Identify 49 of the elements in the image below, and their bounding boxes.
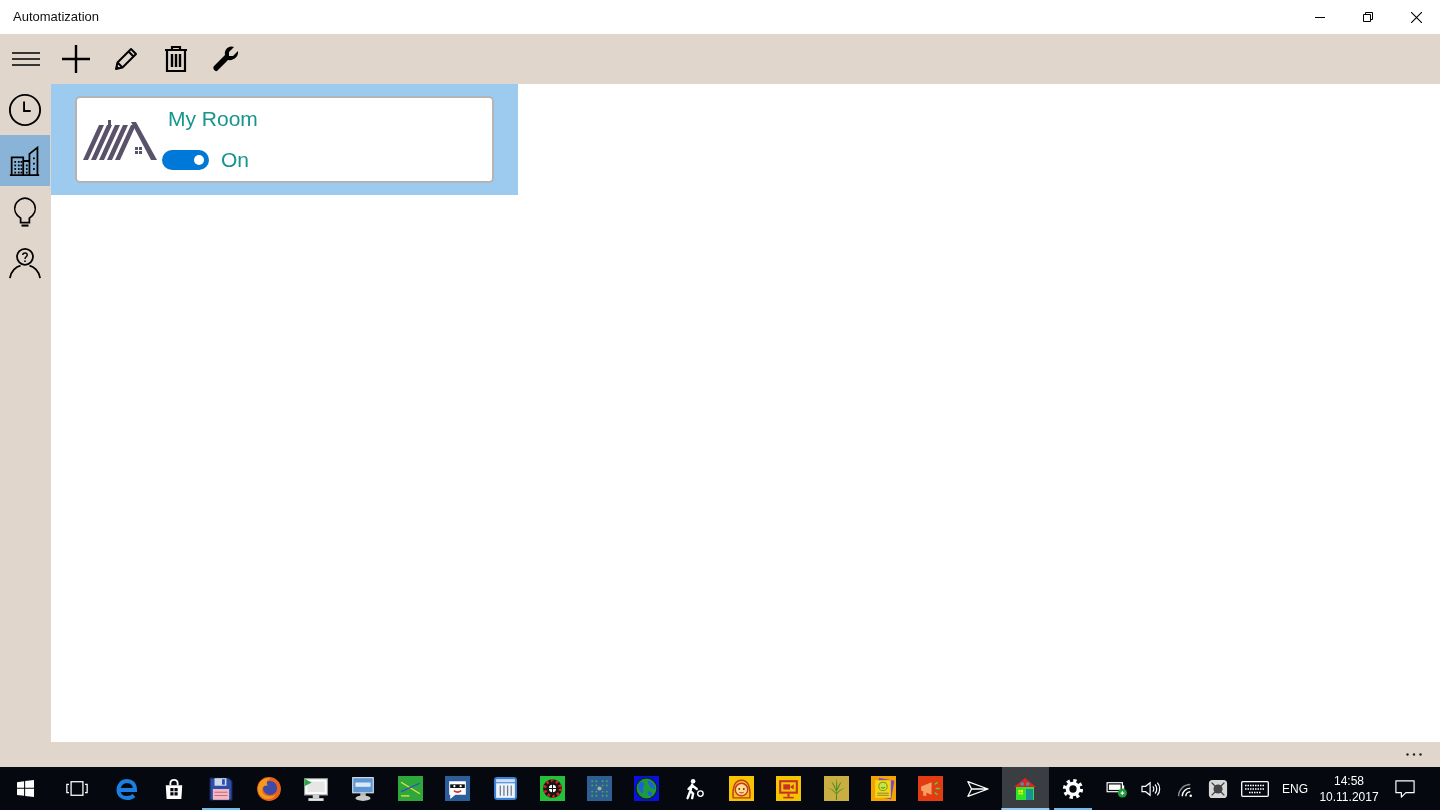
room-name: My Room <box>168 106 258 131</box>
pencil-icon[interactable] <box>113 46 139 72</box>
clock-icon <box>8 92 42 127</box>
building-icon <box>9 143 41 178</box>
toggle-switch[interactable] <box>162 150 209 170</box>
chart-tile-icon <box>397 776 423 801</box>
wrench-icon[interactable] <box>212 45 240 73</box>
speech-bubble-icon[interactable] <box>1395 778 1415 799</box>
chip-icon[interactable] <box>1207 778 1228 799</box>
clock-date[interactable]: 10.11.2017 <box>1319 788 1379 805</box>
monitor-icon <box>302 775 329 802</box>
more-icon[interactable] <box>1406 753 1422 756</box>
roof-house-icon <box>83 119 157 160</box>
masked-face-icon <box>445 776 471 801</box>
add-icon[interactable] <box>62 45 90 73</box>
four-squares-icon <box>16 780 34 797</box>
girl-face-icon <box>729 776 754 801</box>
window-title: Automatization <box>12 8 100 27</box>
battery-icon[interactable] <box>1106 779 1128 798</box>
toggle-state-label: On <box>221 148 249 172</box>
language-indicator[interactable]: ENG <box>1282 780 1308 797</box>
room-tile[interactable]: My Room On <box>51 84 518 195</box>
close-icon[interactable] <box>1410 11 1422 23</box>
minimize-icon[interactable] <box>1315 16 1325 18</box>
e-logo-icon <box>114 776 139 801</box>
trash-icon[interactable] <box>164 45 188 73</box>
walking-person-icon <box>683 776 706 801</box>
volume-icon[interactable] <box>1139 779 1162 798</box>
taskbar-button[interactable] <box>1001 767 1049 810</box>
keyboard-icon[interactable] <box>1241 780 1269 797</box>
dotted-tile-icon <box>587 776 613 801</box>
calendar-icon <box>492 776 518 801</box>
globe-icon <box>634 776 660 801</box>
bulb-icon <box>11 194 39 229</box>
leaf-icon <box>823 776 849 801</box>
video-monitor-icon <box>776 776 802 801</box>
menu-icon[interactable] <box>12 52 40 66</box>
smiley-notes-icon <box>870 776 896 801</box>
settings-icon <box>1061 777 1084 800</box>
sidebar-button[interactable] <box>0 135 50 186</box>
megaphone-icon <box>918 776 944 801</box>
person-question-icon <box>9 245 41 280</box>
computer-icon <box>350 775 377 802</box>
roulette-wheel-icon <box>539 776 565 801</box>
restore-icon[interactable] <box>1363 12 1373 22</box>
task-view-icon <box>65 780 88 797</box>
fox-globe-icon <box>255 775 282 802</box>
toy-house-icon <box>1013 775 1038 802</box>
clock-time[interactable]: 14:58 <box>1334 772 1364 789</box>
